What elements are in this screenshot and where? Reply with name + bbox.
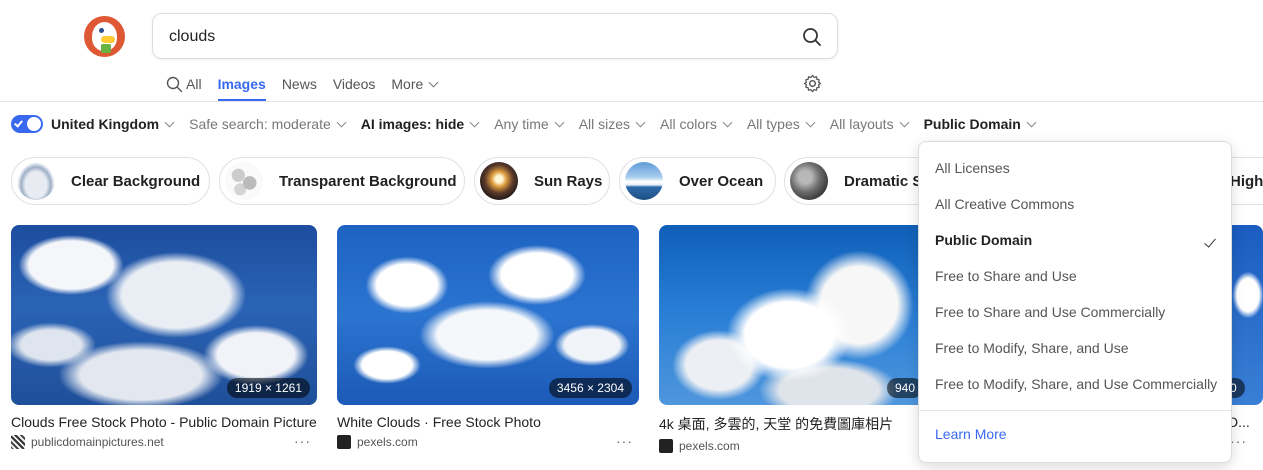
tab-news[interactable]: News xyxy=(282,74,317,94)
tab-more[interactable]: More xyxy=(391,74,439,94)
license-filter[interactable]: Public Domain xyxy=(923,116,1037,132)
time-filter[interactable]: Any time xyxy=(494,116,565,132)
tab-videos-label: Videos xyxy=(332,76,376,92)
result-image[interactable]: 1919 × 1261 xyxy=(11,225,317,405)
pill-thumbnail xyxy=(625,162,663,200)
safe-search-filter[interactable]: Safe search: moderate xyxy=(189,116,347,132)
page: All Images News Videos More United Kingd… xyxy=(0,0,1263,470)
safe-search-label: Safe search: moderate xyxy=(189,116,331,132)
time-label: Any time xyxy=(494,116,549,132)
tab-news-label: News xyxy=(281,76,317,92)
pill-label: Transparent Background xyxy=(279,172,457,190)
pill-label: Sun Rays xyxy=(534,172,603,190)
dropdown-divider xyxy=(919,410,1231,411)
result-image[interactable]: 0 xyxy=(1228,225,1263,405)
region-toggle[interactable] xyxy=(11,115,43,133)
pexels-icon xyxy=(659,439,673,453)
tab-videos[interactable]: Videos xyxy=(333,74,376,94)
learn-more-link[interactable]: Learn More xyxy=(935,426,1007,442)
filter-bar: United Kingdom Safe search: moderate AI … xyxy=(11,114,1051,134)
color-filter[interactable]: All colors xyxy=(660,116,733,132)
size-filter[interactable]: All sizes xyxy=(578,116,646,132)
image-result[interactable]: 0 D... ··· xyxy=(1228,225,1263,449)
license-label: Public Domain xyxy=(923,116,1021,132)
image-result[interactable]: 1919 × 1261 Clouds Free Stock Photo - Pu… xyxy=(11,225,317,449)
result-source[interactable]: publicdomainpictures.net ··· xyxy=(11,433,317,449)
result-source[interactable]: pexels.com ··· xyxy=(337,433,639,449)
search-input[interactable] xyxy=(169,25,769,49)
search-icon[interactable] xyxy=(801,26,823,48)
gear-icon[interactable] xyxy=(803,74,822,93)
chevron-down-icon xyxy=(336,117,347,127)
license-dropdown: All Licenses All Creative Commons Public… xyxy=(918,141,1232,463)
ai-images-label: AI images: hide xyxy=(360,116,465,132)
tab-all-label: All xyxy=(186,76,202,92)
pill-label: Clear Background xyxy=(71,172,201,190)
pill-over-ocean[interactable]: Over Ocean xyxy=(619,157,776,205)
license-option-free-modify-share-use[interactable]: Free to Modify, Share, and Use xyxy=(935,338,1129,358)
pill-label: Over Ocean xyxy=(679,172,764,190)
layout-filter[interactable]: All layouts xyxy=(829,116,910,132)
pill-thumbnail xyxy=(225,162,263,200)
size-label: All sizes xyxy=(578,116,631,132)
more-options-icon[interactable]: ··· xyxy=(294,433,311,449)
pill-label: High R xyxy=(1230,172,1263,190)
pexels-icon xyxy=(337,435,351,449)
image-dimensions: 3456 × 2304 xyxy=(548,378,632,398)
chevron-down-icon xyxy=(899,117,910,127)
chevron-down-icon xyxy=(1026,117,1037,127)
pill-clear-background[interactable]: Clear Background xyxy=(11,157,210,205)
chevron-down-icon xyxy=(554,117,565,127)
ai-images-filter[interactable]: AI images: hide xyxy=(360,116,480,132)
result-domain: pexels.com xyxy=(357,435,418,449)
pill-thumbnail xyxy=(790,162,828,200)
pill-thumbnail xyxy=(480,162,518,200)
image-dimensions: 1919 × 1261 xyxy=(226,378,310,398)
result-domain: pexels.com xyxy=(679,439,740,453)
license-option-free-modify-share-use-commercially[interactable]: Free to Modify, Share, and Use Commercia… xyxy=(935,374,1217,394)
favicon-icon xyxy=(11,435,25,449)
region-label: United Kingdom xyxy=(51,116,160,132)
tab-all[interactable]: All xyxy=(166,74,202,94)
type-label: All types xyxy=(746,116,800,132)
pill-transparent-background[interactable]: Transparent Background xyxy=(219,157,465,205)
pill-label: Dramatic S xyxy=(844,172,923,190)
tab-more-label: More xyxy=(391,76,424,92)
duckduckgo-logo[interactable] xyxy=(84,16,125,57)
result-title[interactable]: Clouds Free Stock Photo - Public Domain … xyxy=(11,414,317,430)
search-tabs: All Images News Videos More xyxy=(166,74,453,101)
license-option-all-creative-commons[interactable]: All Creative Commons xyxy=(935,194,1074,214)
license-option-free-share-use[interactable]: Free to Share and Use xyxy=(935,266,1077,286)
tab-images-label: Images xyxy=(217,76,266,92)
license-option-public-domain[interactable]: Public Domain xyxy=(935,230,1032,250)
search-box xyxy=(152,13,838,59)
checkmark-icon xyxy=(1204,235,1216,248)
image-result[interactable]: 3456 × 2304 White Clouds · Free Stock Ph… xyxy=(337,225,639,449)
chevron-down-icon xyxy=(805,117,816,127)
pill-sun-rays[interactable]: Sun Rays xyxy=(474,157,610,205)
more-options-icon[interactable]: ··· xyxy=(1230,433,1247,449)
search-icon xyxy=(166,76,183,92)
pill-thumbnail xyxy=(17,162,55,200)
more-options-icon[interactable]: ··· xyxy=(616,433,633,449)
layout-label: All layouts xyxy=(829,116,894,132)
chevron-down-icon xyxy=(428,77,439,87)
chevron-down-icon xyxy=(469,117,480,127)
result-title[interactable]: D... xyxy=(1228,414,1263,430)
result-title[interactable]: White Clouds · Free Stock Photo xyxy=(337,414,639,430)
chevron-down-icon xyxy=(164,117,175,127)
license-option-all-licenses[interactable]: All Licenses xyxy=(935,158,1010,178)
region-filter[interactable]: United Kingdom xyxy=(51,116,175,132)
result-domain: publicdomainpictures.net xyxy=(31,435,164,449)
license-option-free-share-use-commercially[interactable]: Free to Share and Use Commercially xyxy=(935,302,1165,322)
type-filter[interactable]: All types xyxy=(746,116,816,132)
tab-images[interactable]: Images xyxy=(217,74,267,101)
result-image[interactable]: 3456 × 2304 xyxy=(337,225,639,405)
chevron-down-icon xyxy=(635,117,646,127)
header-divider xyxy=(0,101,1263,102)
chevron-down-icon xyxy=(722,117,733,127)
color-label: All colors xyxy=(660,116,717,132)
